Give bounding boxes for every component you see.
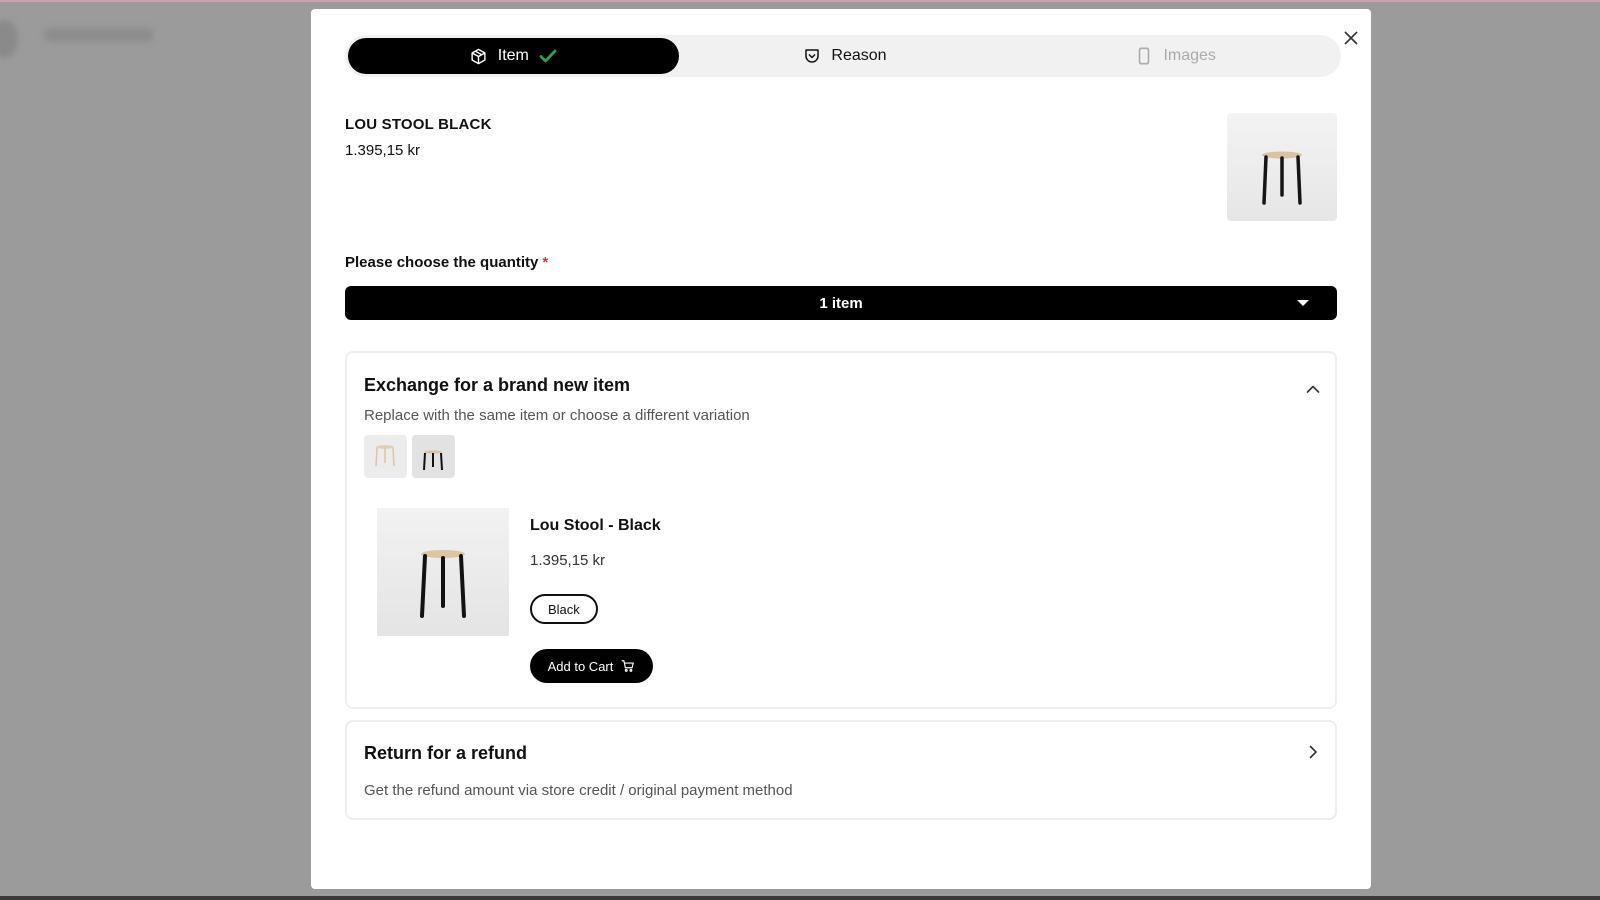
phone-icon — [1135, 47, 1153, 65]
package-icon — [470, 47, 488, 65]
refund-subtitle: Get the refund amount via store credit /… — [364, 782, 793, 799]
step-images-label: Images — [1163, 47, 1216, 64]
product-image — [1227, 113, 1337, 221]
step-reason-label: Reason — [831, 47, 887, 64]
add-to-cart-button[interactable]: Add to Cart — [530, 649, 653, 683]
return-modal: Item Reason Images LOU STOOL BLACK 1.395… — [311, 9, 1371, 889]
quantity-label-text: Please choose the quantity — [345, 254, 539, 271]
exchange-title: Exchange for a brand new item — [364, 375, 631, 395]
quantity-select[interactable]: 1 item — [345, 286, 1337, 320]
step-item-label: Item — [497, 47, 529, 64]
variant-price: 1.395,15 kr — [530, 552, 606, 569]
color-option-black[interactable]: Black — [530, 594, 598, 624]
variant-swatch-black[interactable] — [412, 435, 455, 478]
expand-button[interactable] — [1305, 744, 1321, 760]
variant-swatches — [364, 435, 455, 478]
required-mark: * — [542, 254, 549, 271]
chevron-up-icon — [1306, 385, 1320, 393]
collapse-button[interactable] — [1305, 381, 1321, 397]
product-price: 1.395,15 kr — [345, 142, 421, 159]
background-text — [44, 28, 154, 42]
backdrop-bottom-bar — [0, 896, 1600, 900]
cart-icon — [621, 660, 635, 672]
reason-badge-icon — [803, 47, 821, 65]
step-reason[interactable]: Reason — [680, 38, 1011, 74]
add-to-cart-label: Add to Cart — [547, 658, 614, 674]
step-item[interactable]: Item — [348, 38, 679, 74]
chevron-down-icon — [1297, 300, 1309, 306]
refund-title: Return for a refund — [364, 743, 528, 763]
exchange-subtitle: Replace with the same item or choose a d… — [364, 407, 750, 424]
chevron-right-icon — [1309, 745, 1317, 759]
product-title: LOU STOOL BLACK — [345, 116, 492, 133]
backdrop-edge — [0, 0, 1600, 2]
step-images[interactable]: Images — [1010, 38, 1341, 74]
refund-card[interactable]: Return for a refund Get the refund amoun… — [345, 720, 1337, 820]
quantity-value: 1 item — [819, 294, 863, 312]
check-icon — [539, 47, 557, 65]
variant-swatch-natural[interactable] — [364, 435, 407, 478]
background-avatar — [0, 20, 18, 58]
close-button[interactable] — [1341, 28, 1361, 48]
exchange-card: Exchange for a brand new item Replace wi… — [345, 351, 1337, 709]
step-indicator: Item Reason Images — [345, 35, 1341, 77]
close-icon — [1344, 31, 1358, 45]
variant-image — [377, 508, 509, 636]
variant-name: Lou Stool - Black — [530, 517, 661, 534]
quantity-label: Please choose the quantity * — [345, 254, 548, 271]
